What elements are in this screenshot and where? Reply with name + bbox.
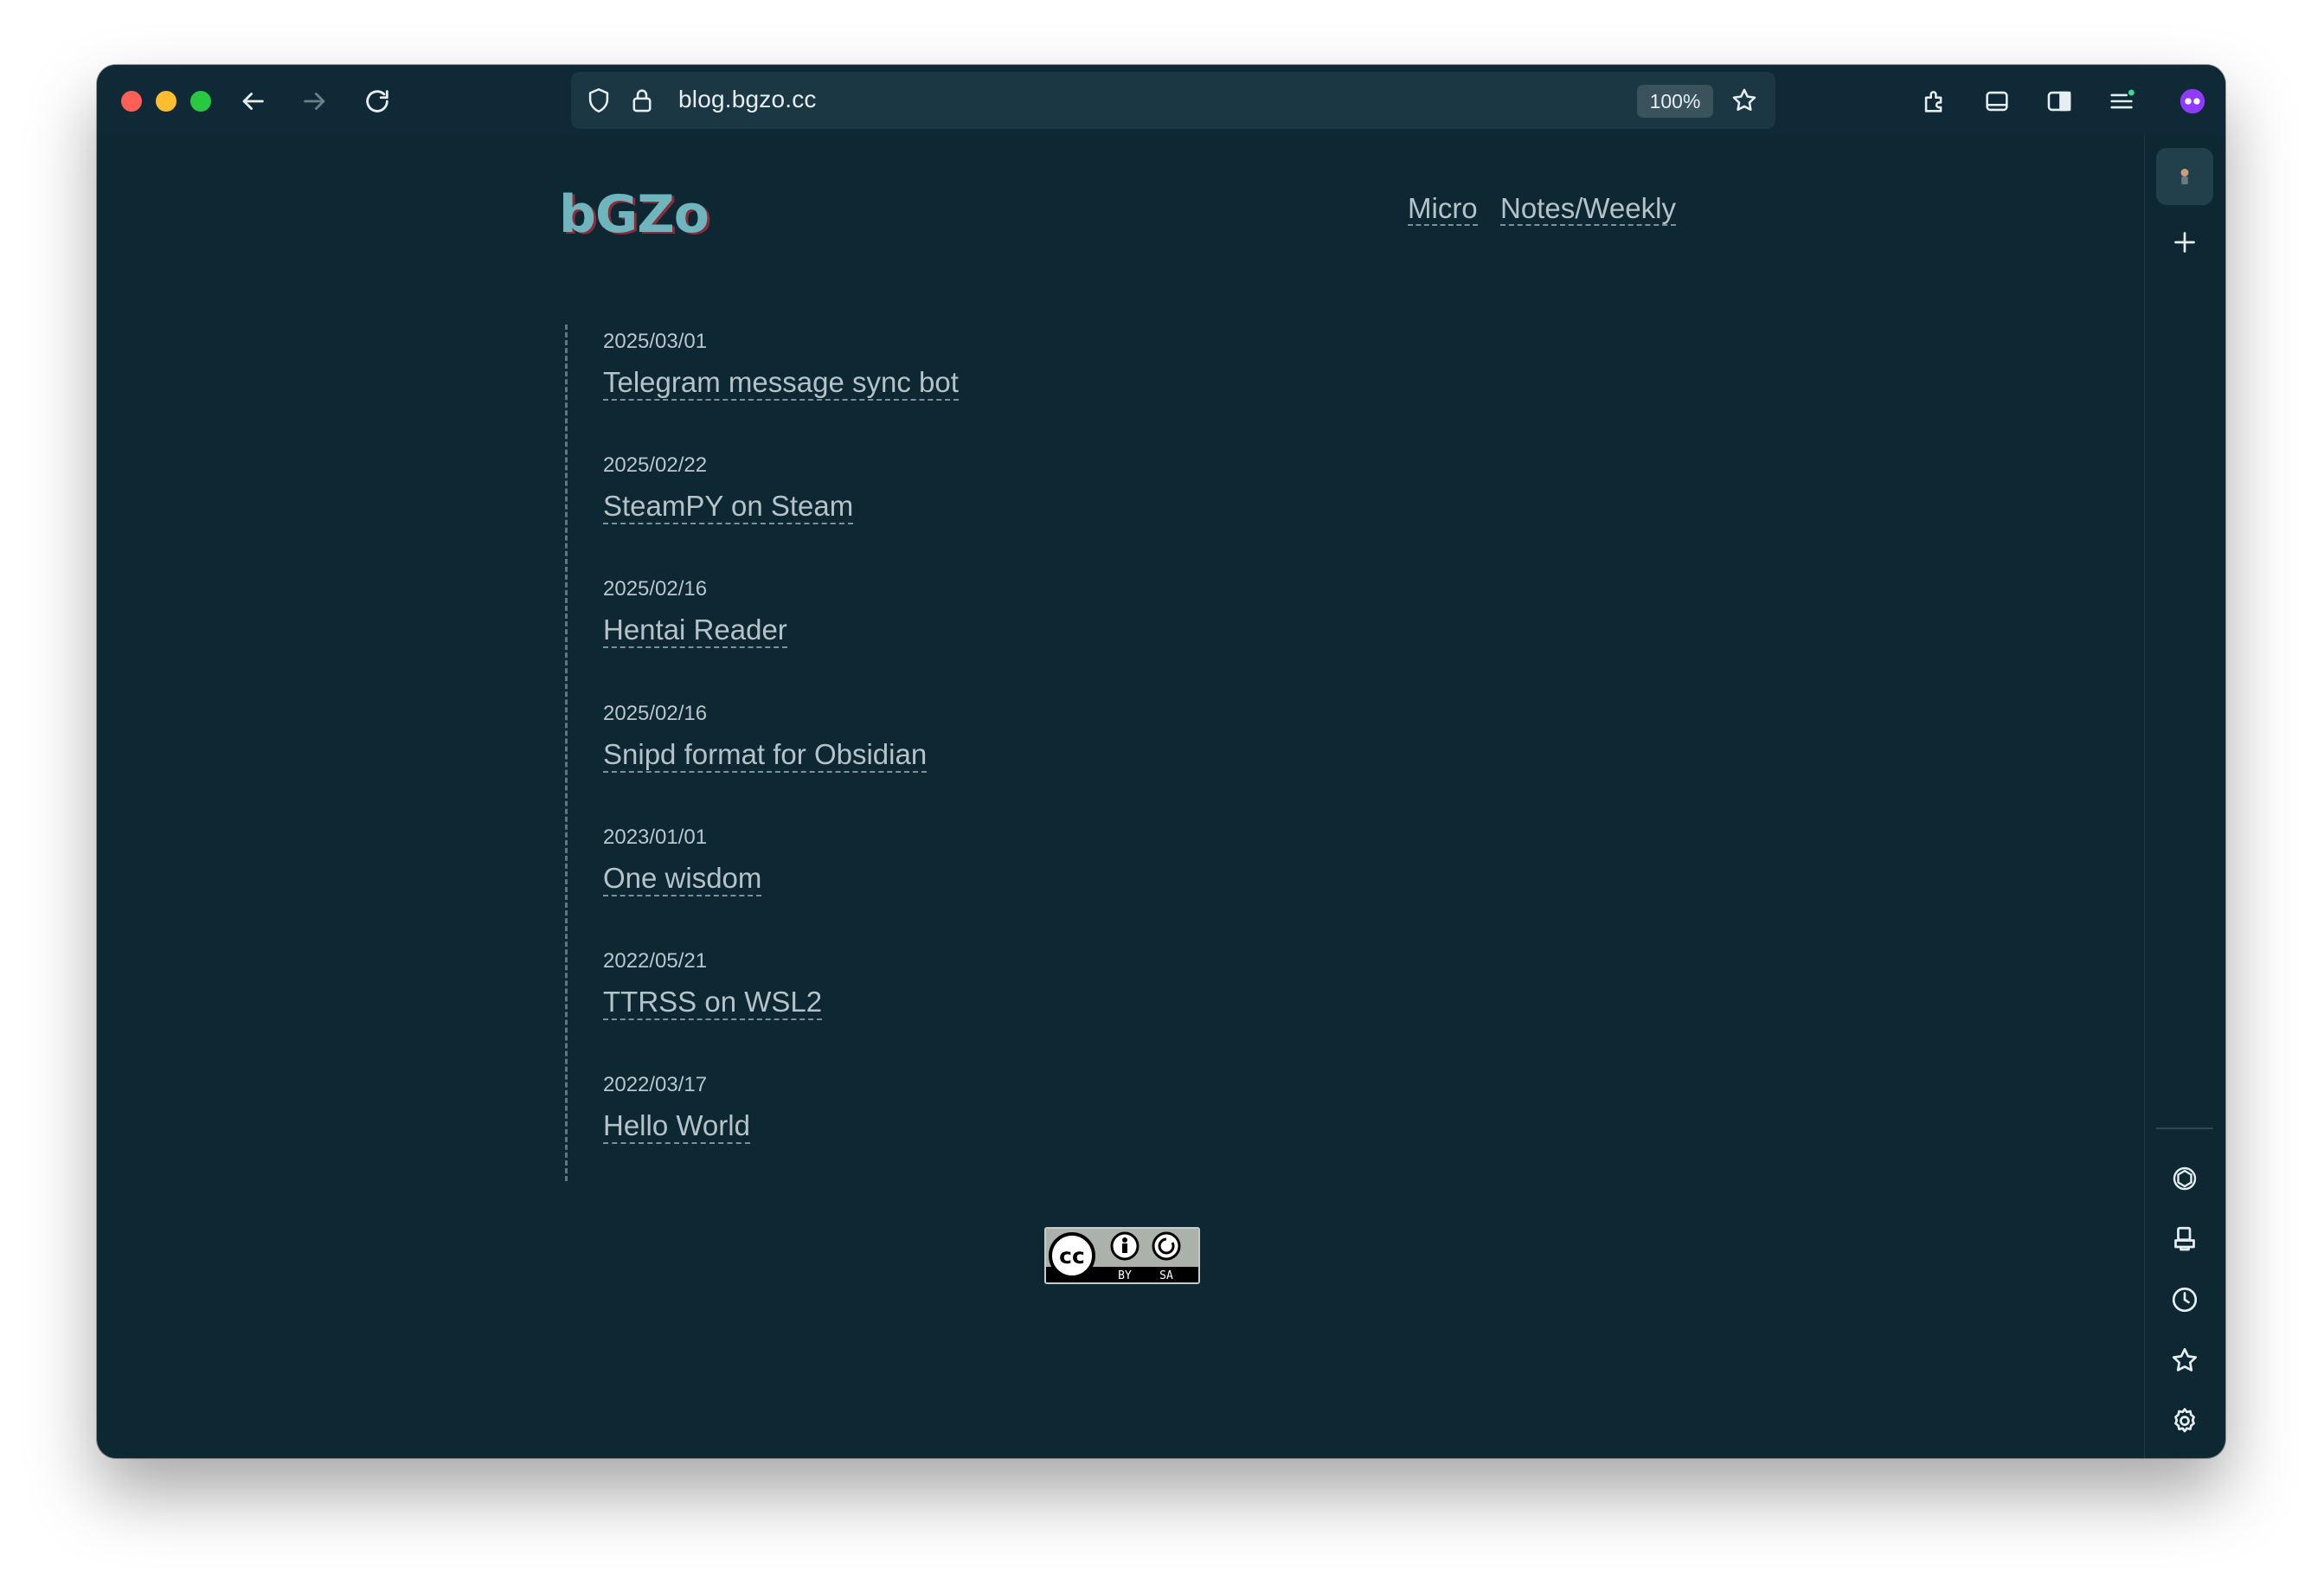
post-date: 2025/02/22 bbox=[603, 453, 708, 477]
zoom-level-label: 100% bbox=[1649, 89, 1701, 112]
site-logo[interactable]: bGZo bbox=[559, 184, 709, 245]
menu-icon bbox=[2110, 89, 2135, 109]
bookmark-star-button[interactable] bbox=[1727, 83, 1762, 118]
post-date: 2022/03/17 bbox=[603, 1073, 708, 1096]
chatgpt-panel-button[interactable] bbox=[2156, 1150, 2213, 1207]
openai-icon bbox=[2173, 1166, 2197, 1191]
history-panel-button[interactable] bbox=[2156, 1271, 2213, 1328]
browser-toolbar: blog.bgzo.cc 100% bbox=[97, 65, 2225, 136]
post-date: 2025/03/01 bbox=[603, 330, 708, 353]
puzzle-icon bbox=[1924, 91, 1942, 112]
sidebar-divider bbox=[2156, 1128, 2213, 1129]
sidebar-icon bbox=[2047, 91, 2071, 112]
cc-sa-label: SA bbox=[1159, 1269, 1173, 1282]
svg-text:cc: cc bbox=[1059, 1243, 1085, 1269]
post-link[interactable]: Hentai Reader bbox=[603, 614, 787, 648]
document-printer-icon bbox=[2174, 1226, 2195, 1251]
add-panel-button[interactable] bbox=[2156, 214, 2213, 271]
reload-button[interactable] bbox=[360, 84, 395, 119]
nav-link-micro[interactable]: Micro bbox=[1408, 193, 1478, 226]
cc-license-badge[interactable]: cc BY SA bbox=[1044, 1227, 1200, 1284]
extensions-button[interactable] bbox=[1917, 84, 1952, 119]
post-date: 2022/05/21 bbox=[603, 949, 708, 973]
post-link[interactable]: Hello World bbox=[603, 1109, 750, 1144]
private-mask-icon bbox=[2180, 88, 2205, 114]
settings-button[interactable] bbox=[2156, 1392, 2213, 1449]
clock-icon bbox=[2172, 1287, 2198, 1313]
zoom-level-button[interactable]: 100% bbox=[1637, 85, 1713, 118]
browser-window: blog.bgzo.cc 100% bGZo Micro Notes/Weekl… bbox=[97, 65, 2225, 1458]
tablet-icon bbox=[1986, 91, 2008, 112]
post-link[interactable]: Snipd format for Obsidian bbox=[603, 738, 928, 773]
post-link[interactable]: One wisdom bbox=[603, 862, 762, 896]
gear-icon bbox=[2174, 1408, 2195, 1433]
star-icon bbox=[2172, 1347, 2198, 1372]
cc-by-sa-icon: cc BY SA bbox=[1046, 1229, 1198, 1282]
profile-avatar-button[interactable] bbox=[2156, 148, 2213, 205]
arrow-left-icon bbox=[242, 93, 264, 110]
post-link[interactable]: TTRSS on WSL2 bbox=[603, 986, 823, 1020]
close-window-button[interactable] bbox=[121, 91, 142, 112]
tabs-overview-button[interactable] bbox=[1980, 84, 2014, 119]
nav-link-notes-weekly[interactable]: Notes/Weekly bbox=[1500, 193, 1676, 226]
arrow-right-icon bbox=[304, 93, 325, 110]
plus-icon bbox=[2174, 232, 2195, 253]
avatar-icon bbox=[2180, 169, 2189, 184]
post-link[interactable]: Telegram message sync bot bbox=[603, 366, 959, 401]
post-date: 2025/02/16 bbox=[603, 577, 708, 601]
reload-icon bbox=[366, 90, 388, 112]
private-mode-button[interactable] bbox=[2175, 84, 2210, 119]
reader-panel-button[interactable] bbox=[2156, 1211, 2213, 1268]
maximize-window-button[interactable] bbox=[190, 91, 211, 112]
post-link[interactable]: SteamPY on Steam bbox=[603, 490, 854, 524]
cc-by-label: BY bbox=[1118, 1269, 1132, 1282]
shield-icon[interactable] bbox=[581, 83, 616, 118]
app-menu-button[interactable] bbox=[2104, 84, 2139, 119]
address-bar[interactable]: blog.bgzo.cc 100% bbox=[571, 72, 1775, 129]
post-date: 2025/02/16 bbox=[603, 702, 708, 725]
forward-button[interactable] bbox=[298, 84, 332, 119]
sidebar-toggle-button[interactable] bbox=[2042, 84, 2077, 119]
minimize-window-button[interactable] bbox=[156, 91, 177, 112]
lock-icon[interactable] bbox=[625, 83, 659, 118]
timeline-line bbox=[565, 324, 568, 1181]
star-icon bbox=[1732, 88, 1756, 112]
post-date: 2023/01/01 bbox=[603, 826, 708, 849]
url-text[interactable]: blog.bgzo.cc bbox=[678, 86, 817, 113]
bookmarks-panel-button[interactable] bbox=[2156, 1332, 2213, 1389]
back-button[interactable] bbox=[235, 84, 270, 119]
